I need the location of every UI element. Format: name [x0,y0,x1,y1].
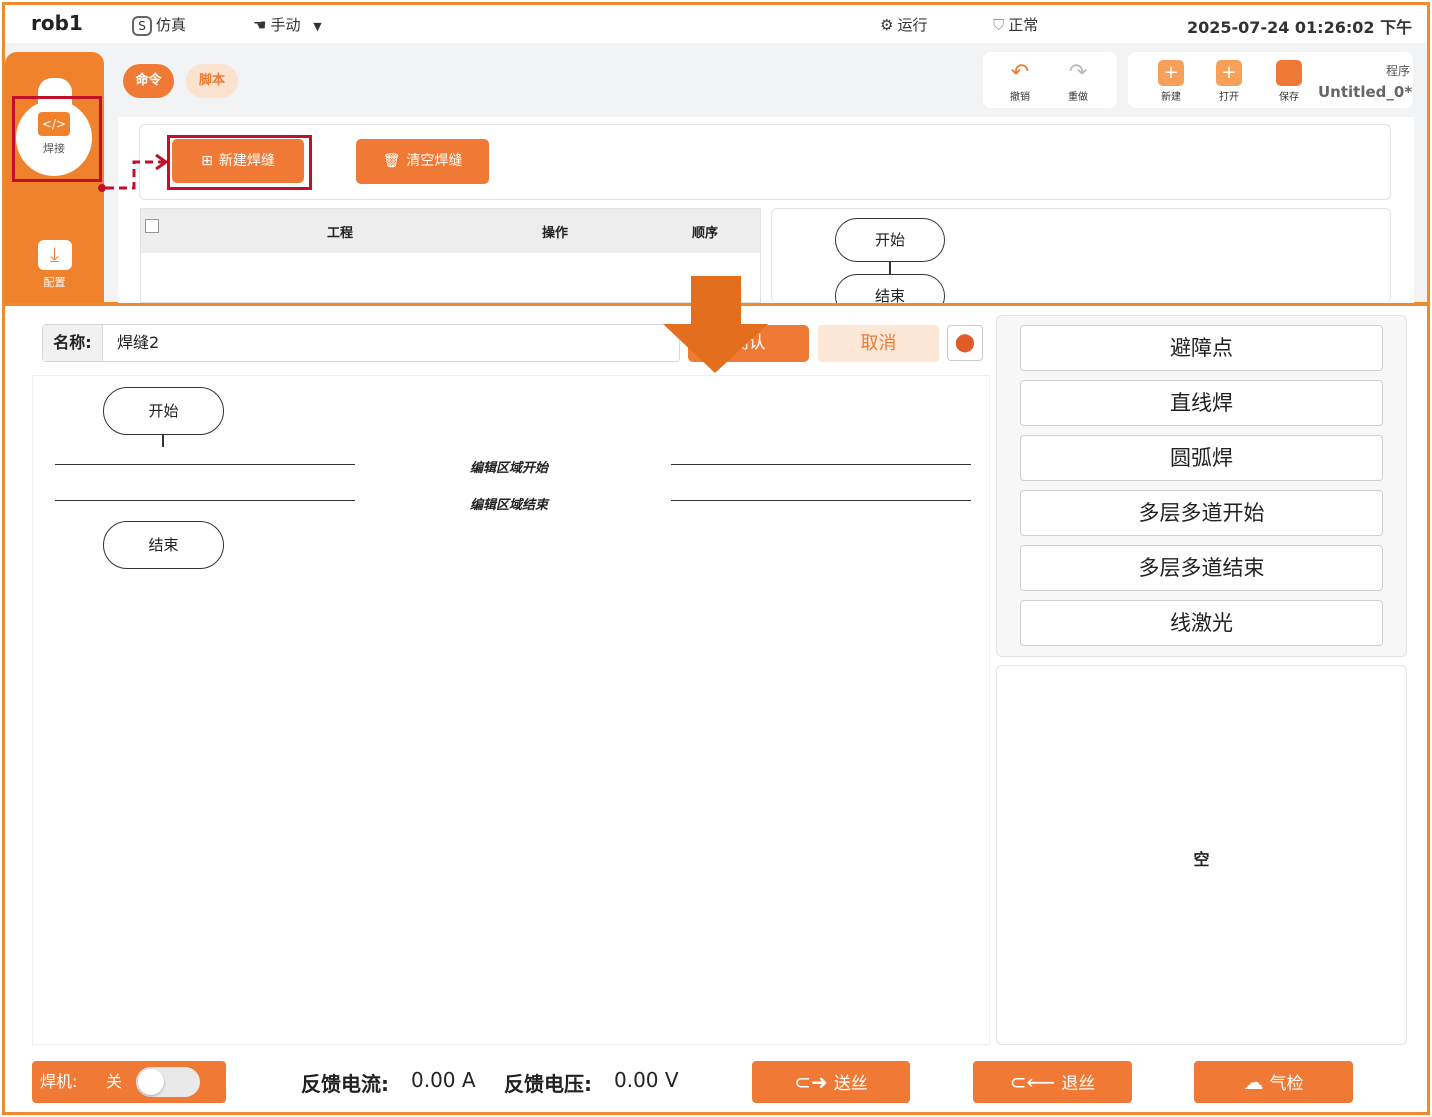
edit-region-end-line-right [671,500,971,501]
new-seam-highlight [167,135,312,190]
undo-label: 撤销 [1010,92,1030,103]
name-input[interactable]: 焊缝2 [117,325,159,361]
health-label: 正常 [1008,16,1039,34]
welder-state: 关 [106,1072,123,1091]
health-state: ⛉ 正常 [993,14,1038,35]
gas-check-icon: ☁ [1243,1070,1264,1094]
save-program-button[interactable]: 保存 [1274,60,1304,103]
datetime: 2025-07-24 01:26:02 下午 [1187,18,1413,37]
property-panel: 空 [996,665,1407,1045]
new-program-label: 新建 [1161,92,1181,103]
gas-check-button[interactable]: ☁ 气检 [1194,1061,1353,1103]
tab-command[interactable]: 命令 [123,64,174,98]
redo-label: 重做 [1068,92,1088,103]
run-state: ⚙ 运行 [880,14,927,35]
toggle-knob [138,1069,164,1095]
program-name: Untitled_0* [1318,83,1413,101]
name-field-wrapper: 名称: 焊缝2 [42,324,680,362]
hand-icon: ☚ [253,16,267,34]
save-icon [1276,60,1302,86]
history-toolbar: ↶ 撤销 ↷ 重做 [983,52,1117,108]
location-pin-icon: ⬤ [954,332,976,353]
tab-script[interactable]: 脚本 [186,64,238,98]
feedback-current-label: 反馈电流: [301,1072,389,1096]
retract-wire-label: 退丝 [1061,1074,1096,1094]
sim-mode-label: 仿真 [156,16,187,34]
command-multipass-start[interactable]: 多层多道开始 [1020,490,1383,536]
undo-button[interactable]: ↶ 撤销 [1005,60,1035,103]
cancel-button[interactable]: 取消 [818,325,939,362]
undo-icon: ↶ [1010,60,1030,85]
preview-start-node: 开始 [835,218,945,262]
column-header-project: 工程 [327,226,354,241]
file-toolbar: + 新建 + 打开 保存 程序 Untitled_0* [1128,52,1413,108]
name-label: 名称: [43,325,103,361]
new-program-button[interactable]: + 新建 [1156,60,1186,103]
folder-icon: + [1216,60,1242,86]
flow-end-node[interactable]: 结束 [103,521,224,569]
flow-start-stub [162,435,164,447]
property-empty-text: 空 [1193,850,1210,869]
run-state-label: 运行 [897,16,928,34]
robot-arm-icon: ⚙ [880,16,894,34]
chevron-down-icon: ▼ [313,20,322,33]
open-program-label: 打开 [1219,92,1239,103]
retract-wire-button[interactable]: ⊂⟵ 退丝 [973,1061,1132,1103]
welder-toggle-switch[interactable] [136,1067,200,1097]
preview-connector [889,262,891,274]
edit-region-end-line-left [55,500,355,501]
weld-highlight-box [12,96,102,182]
sim-mode[interactable]: S 仿真 [132,14,186,36]
gas-check-label: 气检 [1269,1074,1304,1094]
sidebar-item-config[interactable]: ⤓ 配置 [5,240,104,290]
command-linear-weld[interactable]: 直线焊 [1020,380,1383,426]
seam-action-bar [139,124,1391,200]
feedback-current-value: 0.00 A [411,1068,476,1092]
column-header-order: 顺序 [692,226,719,241]
command-multipass-end[interactable]: 多层多道结束 [1020,545,1383,591]
download-icon: ⤓ [37,240,72,270]
location-pin-button[interactable]: ⬤ [947,325,983,361]
command-line-laser[interactable]: 线激光 [1020,600,1383,646]
sidebar-item-config-label: 配置 [43,276,66,289]
welder-label: 焊机: [40,1072,78,1091]
manual-mode-label: 手动 [270,16,301,34]
select-all-checkbox[interactable] [145,219,159,233]
manual-mode-dropdown[interactable]: ☚ 手动 ▼ [253,14,322,35]
open-program-button[interactable]: + 打开 [1214,60,1244,103]
retract-wire-icon: ⊂⟵ [1009,1070,1056,1094]
status-bar: rob1 S 仿真 ☚ 手动 ▼ ⚙ 运行 ⛉ 正常 2025-07-24 01:26:… [5,5,1427,43]
redo-icon: ↷ [1068,60,1088,85]
sim-icon: S [132,15,152,36]
edit-region-start-label: 编辑区域开始 [470,461,549,476]
command-arc-weld[interactable]: 圆弧焊 [1020,435,1383,481]
save-program-label: 保存 [1279,92,1299,103]
edit-region-end-label: 编辑区域结束 [470,498,549,513]
preview-end-node: 结束 [835,274,945,303]
clear-seam-label: 清空焊缝 [406,153,463,169]
column-header-operation: 操作 [542,226,569,241]
edit-region-start-line-left [55,464,355,465]
new-file-icon: + [1158,60,1184,86]
preview-end-node-clip: 结束 [835,274,945,303]
redo-button[interactable]: ↷ 重做 [1063,60,1093,103]
robot-name[interactable]: rob1 [31,11,83,35]
flow-start-node[interactable]: 开始 [103,387,224,435]
trash-icon: 🗑 [382,153,401,169]
feed-wire-button[interactable]: ⊂➜ 送丝 [752,1061,910,1103]
clear-seam-button[interactable]: 🗑 清空焊缝 [356,139,489,184]
feedback-voltage-label: 反馈电压: [504,1072,592,1096]
down-arrow-icon [663,276,768,373]
program-info: 程序 Untitled_0* [1318,62,1413,101]
feed-wire-label: 送丝 [833,1074,868,1094]
edit-region-start-line-right [671,464,971,465]
feed-wire-icon: ⊂➜ [794,1070,828,1094]
welder-toggle-group: 焊机: 关 [32,1061,226,1103]
seam-table-header: 工程 操作 顺序 [141,209,760,253]
command-avoid-point[interactable]: 避障点 [1020,325,1383,371]
shield-icon: ⛉ [993,16,1005,34]
program-label: 程序 [1385,64,1410,78]
callout-connector [98,153,169,192]
feedback-voltage-value: 0.00 V [614,1068,679,1092]
